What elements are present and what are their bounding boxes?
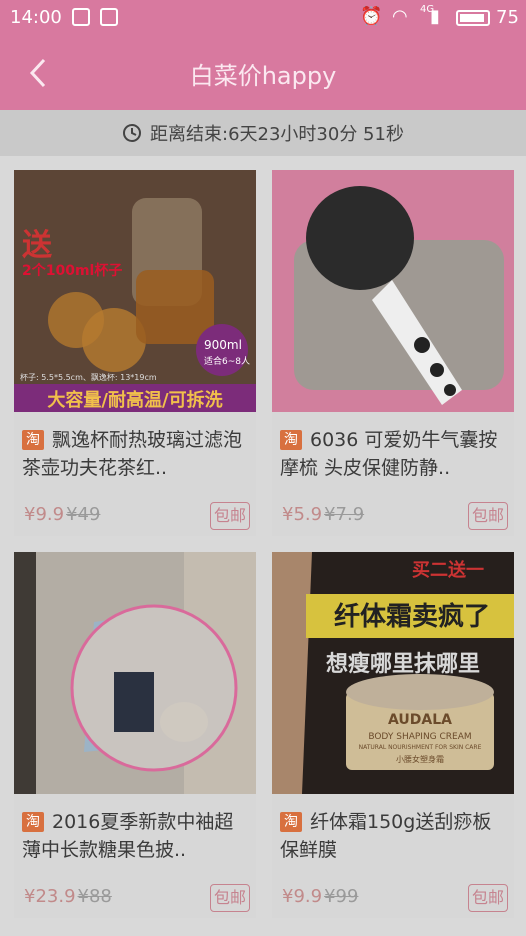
brand-subtext: BODY SHAPING CREAM: [368, 732, 472, 742]
app-header: 白菜价happy: [0, 36, 526, 110]
product-price: ¥23.9 ¥88: [24, 886, 112, 907]
product-name[interactable]: 纤体霜150g送刮痧板保鲜膜: [280, 808, 510, 864]
original-price: ¥7.9: [324, 504, 365, 525]
image-icon: [100, 8, 118, 26]
volume-text: 900ml: [204, 338, 242, 352]
countdown-bar: 距离结束:6天23小时30分 51秒: [0, 110, 526, 156]
original-price: ¥99: [324, 886, 359, 907]
product-card[interactable]: 买二送一 纤体霜卖疯了 想瘦哪里抹哪里 AUDALA BODY SHAPING …: [272, 552, 514, 918]
promo-text: 送: [22, 228, 52, 263]
product-price: ¥5.9 ¥7.9: [282, 504, 364, 525]
current-price: ¥9.9: [282, 886, 323, 907]
alarm-icon: ⏰: [360, 6, 383, 27]
product-image[interactable]: [272, 170, 514, 412]
product-image[interactable]: 送 2个100ml杯子 900ml 适合6~8人 杯子: 5.5*5.5cm、飘…: [14, 170, 256, 412]
product-price: ¥9.9 ¥99: [282, 886, 358, 907]
status-time: 14:00: [10, 7, 62, 28]
product-name[interactable]: 飘逸杯耐热玻璃过滤泡茶壶功夫花茶红..: [22, 426, 252, 482]
page-title: 白菜价happy: [189, 62, 337, 90]
headline-text: 纤体霜卖疯了: [333, 602, 490, 632]
product-card[interactable]: 送 2个100ml杯子 900ml 适合6~8人 杯子: 5.5*5.5cm、飘…: [14, 170, 256, 536]
product-grid: 送 2个100ml杯子 900ml 适合6~8人 杯子: 5.5*5.5cm、飘…: [0, 156, 526, 936]
current-price: ¥5.9: [282, 504, 323, 525]
free-shipping-badge: 包邮: [468, 884, 508, 912]
notification-icon: [72, 8, 90, 26]
battery-level: 75: [496, 7, 519, 28]
tagline-text: 想瘦哪里抹哪里: [326, 652, 481, 677]
promo-subtext: 2个100ml杯子: [22, 263, 123, 279]
brand-subtext2: NATURAL NOURISHMENT FOR SKIN CARE: [358, 744, 482, 751]
original-price: ¥88: [77, 886, 112, 907]
status-bar: 14:00 ⏰ ◠ 4G ▮ 75: [0, 0, 526, 36]
product-image[interactable]: [14, 552, 256, 794]
free-shipping-badge: 包邮: [210, 884, 250, 912]
current-price: ¥9.9: [24, 504, 65, 525]
current-price: ¥23.9: [24, 886, 76, 907]
brand-text: AUDALA: [388, 712, 452, 728]
signal-icon: ▮: [430, 6, 440, 27]
original-price: ¥49: [66, 504, 101, 525]
brand-subtext3: 小腰女塑身霜: [396, 755, 444, 764]
countdown-text: 距离结束:6天23小时30分 51秒: [150, 124, 404, 145]
product-name[interactable]: 2016夏季新款中袖超薄中长款糖果色披..: [22, 808, 252, 864]
free-shipping-badge: 包邮: [210, 502, 250, 530]
product-card[interactable]: 淘 2016夏季新款中袖超薄中长款糖果色披.. ¥23.9 ¥88 包邮: [14, 552, 256, 918]
volume-subtext: 适合6~8人: [204, 357, 250, 367]
product-image[interactable]: 买二送一 纤体霜卖疯了 想瘦哪里抹哪里 AUDALA BODY SHAPING …: [272, 552, 514, 794]
wifi-icon: ◠: [392, 6, 408, 27]
clock-icon: [123, 124, 142, 142]
product-name[interactable]: 6036 可爱奶牛气囊按摩梳 头皮保健防静..: [280, 426, 510, 482]
product-price: ¥9.9 ¥49: [24, 504, 100, 525]
size-note: 杯子: 5.5*5.5cm、飘逸杯: 13*19cm: [20, 373, 157, 382]
battery-icon: [456, 10, 490, 26]
promo-text: 买二送一: [412, 560, 484, 581]
product-card[interactable]: 淘 6036 可爱奶牛气囊按摩梳 头皮保健防静.. ¥5.9 ¥7.9 包邮: [272, 170, 514, 536]
free-shipping-badge: 包邮: [468, 502, 508, 530]
banner-text: 大容量/耐高温/可拆洗: [47, 390, 223, 411]
